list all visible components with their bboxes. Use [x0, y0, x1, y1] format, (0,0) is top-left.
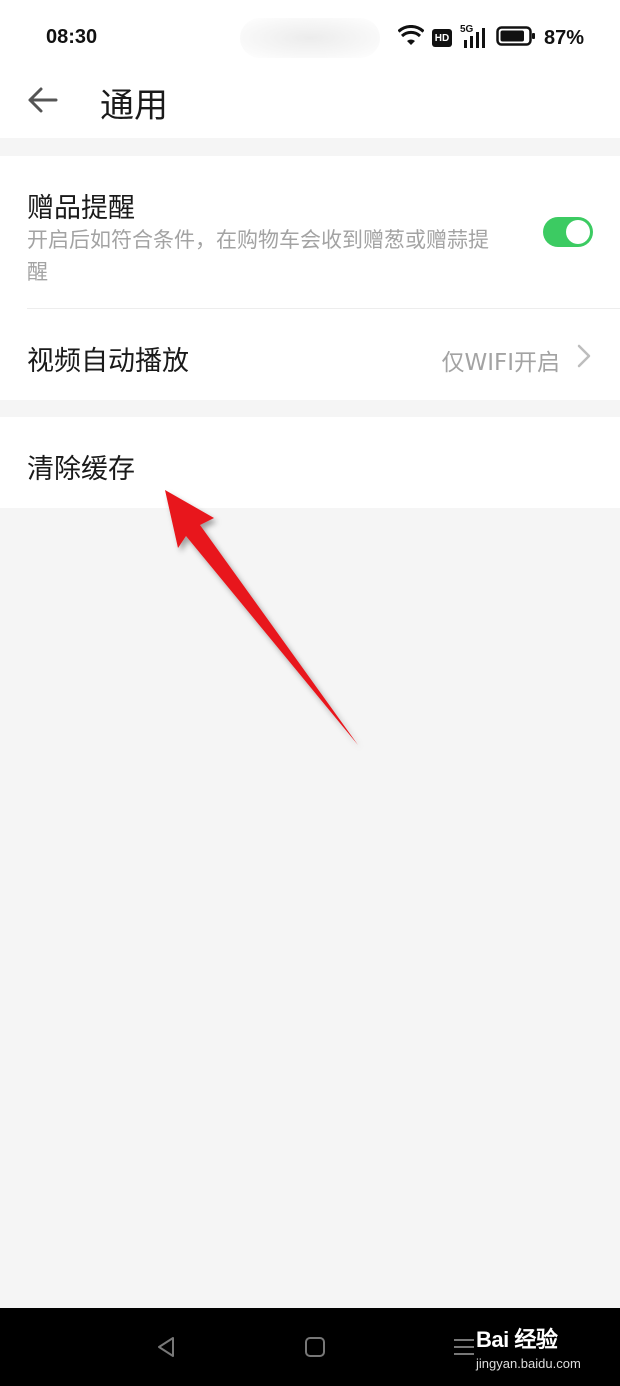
status-icons: HD 5G 87% [397, 24, 584, 52]
clear-cache-title: 清除缓存 [27, 454, 135, 485]
app-header: 通用 [0, 72, 620, 138]
status-bar: 08:30 HD 5G 87% [0, 0, 620, 72]
chevron-right-icon [576, 343, 592, 369]
gift-reminder-toggle[interactable] [543, 217, 593, 247]
toggle-knob [566, 220, 590, 244]
clear-cache-row[interactable]: 清除缓存 [0, 417, 620, 508]
video-autoplay-title: 视频自动播放 [27, 346, 189, 377]
nav-menu-icon[interactable] [452, 1334, 478, 1360]
battery-icon [496, 25, 536, 51]
hd-icon: HD [431, 29, 452, 47]
back-arrow-icon[interactable] [24, 82, 60, 118]
wifi-icon [397, 24, 425, 51]
nav-back-icon[interactable] [153, 1334, 179, 1360]
status-time: 08:30 [46, 26, 98, 48]
video-autoplay-value: 仅WIFI开启 [441, 350, 560, 376]
baidu-jingyan-watermark: Bai 经验 jingyan.baidu.com [476, 1322, 581, 1371]
video-autoplay-row[interactable]: 视频自动播放 仅WIFI开启 [0, 309, 620, 400]
page-title: 通用 [100, 86, 168, 126]
gift-reminder-description: 开启后如符合条件，在购物车会收到赠葱或赠蒜提醒 [27, 228, 489, 284]
settings-group-1: 赠品提醒 开启后如符合条件，在购物车会收到赠葱或赠蒜提醒 视频自动播放 仅WIF… [0, 156, 620, 400]
gift-reminder-row: 赠品提醒 开启后如符合条件，在购物车会收到赠葱或赠蒜提醒 [0, 156, 620, 308]
settings-group-2: 清除缓存 [0, 417, 620, 508]
system-nav-bar: Bai 经验 jingyan.baidu.com [0, 1308, 620, 1386]
watermark-brand: Bai 经验 [476, 1327, 558, 1352]
watermark-url: jingyan.baidu.com [476, 1356, 581, 1371]
battery-percent: 87% [543, 26, 584, 49]
blurred-notification-area [240, 18, 380, 58]
nav-home-icon[interactable] [302, 1334, 328, 1360]
gift-reminder-title: 赠品提醒 [27, 193, 135, 224]
signal-5g-icon: 5G [460, 24, 488, 50]
